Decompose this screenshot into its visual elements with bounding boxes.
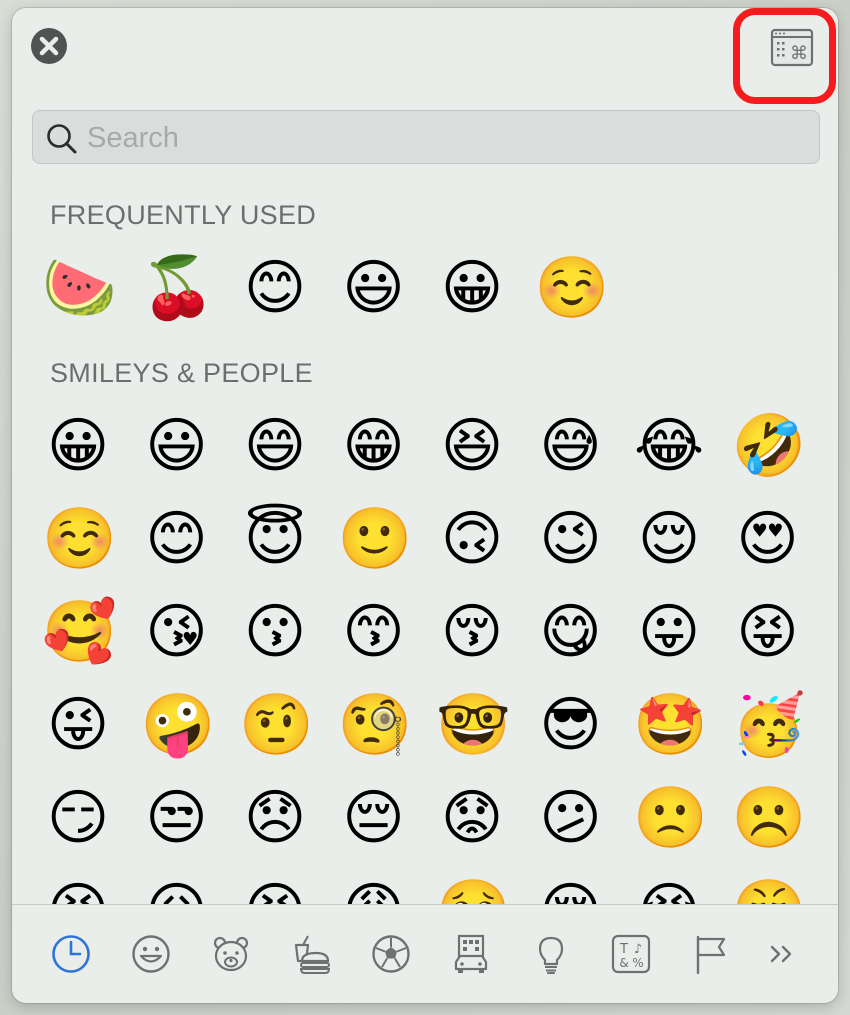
chevron-double-right-icon <box>770 945 792 963</box>
emoji-item[interactable]: 😞 <box>239 782 311 854</box>
section-title-smileys-people: SMILEYS & PEOPLE <box>50 358 313 388</box>
category-tab-bar: T ♪ & % <box>12 904 838 1003</box>
emoji-item[interactable]: 😟 <box>436 782 508 854</box>
emoji-item[interactable]: 😊 <box>141 503 213 575</box>
emoji-item[interactable]: 😃 <box>338 252 410 324</box>
emoji-item[interactable]: 😗 <box>239 596 311 668</box>
tab-travel-places[interactable] <box>448 931 494 977</box>
emoji-item[interactable]: 😄 <box>239 410 311 482</box>
svg-text:&: & <box>619 956 628 970</box>
emoji-item[interactable]: 😛 <box>633 596 705 668</box>
smiley-icon <box>132 935 170 973</box>
symbols-icon: T ♪ & % <box>611 934 651 974</box>
flag-icon <box>696 935 726 975</box>
emoji-item[interactable]: 🍒 <box>141 252 216 324</box>
emoji-item[interactable]: 😝 <box>732 596 804 668</box>
emoji-item[interactable]: 🥳 <box>732 689 807 761</box>
emoji-item[interactable]: 😃 <box>141 410 213 482</box>
close-button[interactable] <box>31 28 67 64</box>
emoji-item[interactable]: ☹️ <box>732 782 807 854</box>
svg-text:♪: ♪ <box>634 942 642 957</box>
tab-symbols[interactable]: T ♪ & % <box>608 931 654 977</box>
emoji-item[interactable]: 😕 <box>535 782 607 854</box>
emoji-item[interactable]: 🥰 <box>42 596 117 668</box>
tab-smileys-people[interactable] <box>128 931 174 977</box>
emoji-item[interactable]: 😋 <box>535 596 607 668</box>
emoji-item[interactable]: 😎 <box>535 689 607 761</box>
building-car-icon <box>454 934 488 973</box>
emoji-item[interactable]: 😘 <box>141 596 213 668</box>
emoji-item[interactable]: 😉 <box>535 503 607 575</box>
emoji-item[interactable]: 😍 <box>732 503 804 575</box>
search-icon <box>47 124 77 154</box>
emoji-item[interactable]: 😌 <box>633 503 705 575</box>
emoji-picker-panel: ⌘ FREQUENTLY USED 🍉 🍒 😊 😃 😀 ☺️ SMILEYS & PEOP… <box>12 8 838 1003</box>
emoji-item[interactable]: 😆 <box>436 410 508 482</box>
tab-frequently-used[interactable] <box>48 931 94 977</box>
emoji-item[interactable]: 🙃 <box>436 503 508 575</box>
character-viewer-button[interactable]: ⌘ <box>770 28 814 68</box>
tab-food-drink[interactable] <box>288 931 334 977</box>
emoji-item[interactable]: ☺️ <box>42 503 117 575</box>
food-icon <box>294 935 331 974</box>
emoji-item[interactable]: 😚 <box>436 596 508 668</box>
emoji-item[interactable]: 🤣 <box>732 410 807 482</box>
tab-more[interactable] <box>760 931 806 977</box>
emoji-item[interactable]: 😁 <box>338 410 410 482</box>
lightbulb-icon <box>538 936 564 974</box>
tab-flags[interactable] <box>688 931 734 977</box>
emoji-item[interactable]: 😊 <box>239 252 311 324</box>
svg-text:T: T <box>619 942 628 957</box>
emoji-item[interactable]: 😏 <box>42 782 114 854</box>
emoji-item[interactable]: 🤪 <box>141 689 216 761</box>
emoji-item[interactable]: 🙁 <box>633 782 708 854</box>
emoji-item[interactable]: ☺️ <box>535 252 610 324</box>
emoji-item[interactable]: 😒 <box>141 782 213 854</box>
svg-text:⌘: ⌘ <box>790 43 808 64</box>
character-viewer-icon: ⌘ <box>770 28 814 67</box>
emoji-item[interactable]: 🙂 <box>338 503 413 575</box>
emoji-item[interactable]: 🤩 <box>633 689 708 761</box>
clock-icon <box>52 935 90 973</box>
soccer-ball-icon <box>372 935 410 973</box>
section-title-frequently-used: FREQUENTLY USED <box>50 200 317 230</box>
emoji-item[interactable]: 😇 <box>239 503 311 575</box>
emoji-item[interactable]: 🍉 <box>42 252 117 324</box>
emoji-item[interactable]: 🤓 <box>436 689 511 761</box>
tab-objects[interactable] <box>528 931 574 977</box>
emoji-item[interactable]: 😜 <box>42 689 114 761</box>
svg-text:%: % <box>632 956 643 970</box>
close-icon <box>39 36 59 56</box>
emoji-item[interactable]: 😙 <box>338 596 410 668</box>
emoji-item[interactable]: 😔 <box>338 782 410 854</box>
emoji-item[interactable]: 😂 <box>633 410 705 482</box>
emoji-item[interactable]: 😅 <box>535 410 607 482</box>
emoji-item[interactable]: 😀 <box>436 252 508 324</box>
emoji-item[interactable]: 😀 <box>42 410 114 482</box>
bear-icon <box>213 936 249 972</box>
emoji-item[interactable]: 🤨 <box>239 689 314 761</box>
search-field[interactable] <box>32 110 820 164</box>
tab-activity[interactable] <box>368 931 414 977</box>
search-input[interactable] <box>85 117 809 159</box>
tab-animals-nature[interactable] <box>208 931 254 977</box>
emoji-item[interactable]: 🧐 <box>338 689 413 761</box>
